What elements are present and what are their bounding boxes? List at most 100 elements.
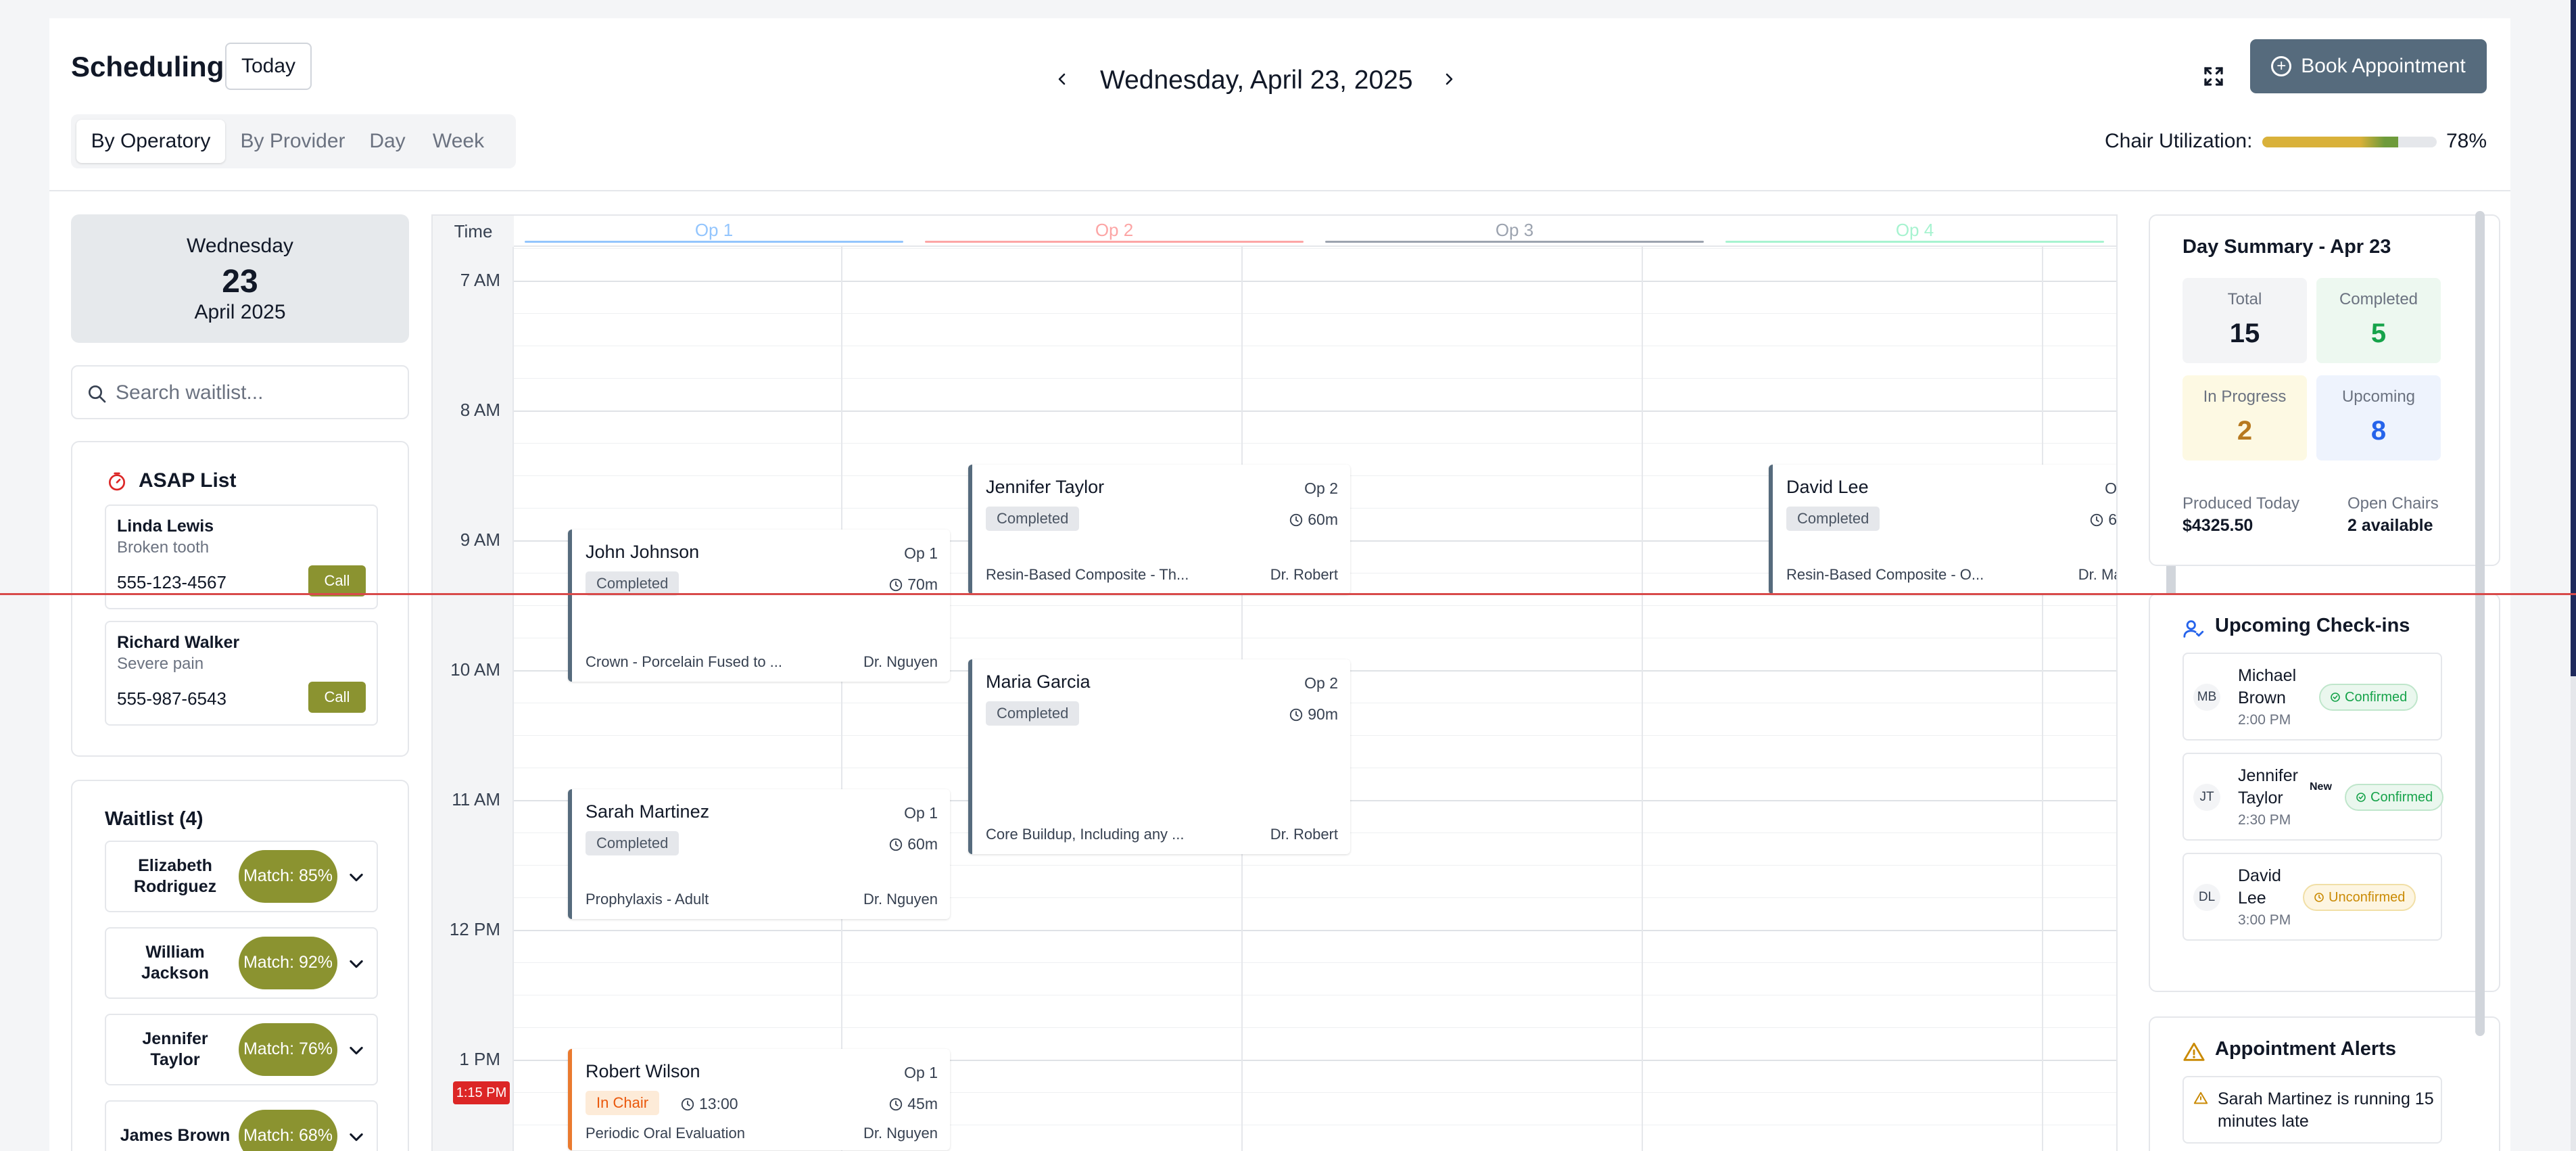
- chevron-down-icon[interactable]: [347, 1041, 366, 1060]
- page-scrollbar-thumb[interactable]: [2571, 0, 2576, 676]
- tab-by-provider[interactable]: By Provider: [232, 120, 354, 163]
- previous-day-button[interactable]: [1049, 66, 1076, 93]
- appointment-procedure: Prophylaxis - Adult: [586, 891, 709, 908]
- hour-label: 8 AM: [460, 400, 500, 420]
- appointment-procedure: Resin-Based Composite - Th...: [986, 566, 1189, 583]
- date-card-month-year: April 2025: [194, 301, 286, 323]
- duration-value: 70m: [907, 576, 938, 593]
- asap-reason: Severe pain: [117, 655, 204, 673]
- appointment-operatory: Op 1: [904, 804, 938, 822]
- checkin-item[interactable]: MB Michael Brown 2:00 PM Confirmed: [2183, 653, 2442, 741]
- waitlist-panel: Waitlist (4) Elizabeth Rodriguez Match: …: [71, 780, 409, 1151]
- asap-list-title: ASAP List: [139, 469, 237, 492]
- asap-patient-name: Linda Lewis: [117, 517, 214, 536]
- next-day-button[interactable]: [1435, 66, 1462, 93]
- appointment-operatory: Op 2: [1304, 674, 1338, 692]
- appointment-duration: 70m: [888, 576, 938, 594]
- appointment-provider: Dr. Robert: [1270, 566, 1338, 583]
- tab-day[interactable]: Day: [360, 120, 414, 163]
- operatory-color-bar: [1325, 241, 1704, 243]
- checkin-item[interactable]: JT Jennifer Taylor New 2:30 PM Confirmed: [2183, 753, 2444, 841]
- timer-icon: [109, 472, 125, 491]
- asap-phone: 555-987-6543: [117, 688, 226, 709]
- clock-icon: [890, 578, 903, 591]
- appointment-provider: Dr. Robert: [1270, 826, 1338, 843]
- waitlist-item[interactable]: James Brown Match: 68%: [105, 1100, 378, 1151]
- user-check-icon: [2183, 620, 2204, 638]
- scheduling-app: Scheduling Today Wednesday, April 23, 20…: [49, 18, 2510, 1151]
- hour-grid-line: [514, 410, 2116, 412]
- avatar: DL: [2193, 884, 2220, 911]
- appointment-patient: Jennifer Taylor: [986, 477, 1105, 497]
- appointment-card[interactable]: John Johnson Op 1 Completed 70m Crown - …: [568, 530, 950, 682]
- operatory-header-1[interactable]: Op 1: [514, 216, 914, 247]
- hour-grid-line: [514, 281, 2116, 282]
- waitlist-item[interactable]: William Jackson Match: 92%: [105, 927, 378, 999]
- clock-icon: [1290, 513, 1303, 526]
- waitlist-item[interactable]: Elizabeth Rodriguez Match: 85%: [105, 841, 378, 912]
- current-date-title: Wednesday, April 23, 2025: [1100, 66, 1413, 95]
- asap-patient-name: Richard Walker: [117, 633, 240, 652]
- appointment-procedure: Resin-Based Composite - O...: [1786, 566, 1984, 583]
- waitlist-patient-name: James Brown: [120, 1126, 231, 1146]
- chevron-right-icon: [1446, 73, 1453, 85]
- hour-label: 10 AM: [450, 659, 500, 680]
- asap-item[interactable]: Richard Walker Severe pain 555-987-6543 …: [105, 621, 378, 726]
- stat-label: Completed: [2339, 290, 2418, 308]
- appointment-duration: 60m: [2089, 511, 2116, 529]
- appointment-card[interactable]: David Lee Op 4 Completed 60m Resin-Based…: [1769, 465, 2118, 594]
- appointment-provider: Dr. Nguyen: [863, 891, 938, 908]
- appointment-card[interactable]: Sarah Martinez Op 1 Completed 60m Prophy…: [568, 789, 950, 919]
- chevron-down-icon[interactable]: [347, 954, 366, 973]
- checkin-patient-name: Michael Brown: [2238, 666, 2297, 707]
- clock-icon: [890, 1098, 903, 1110]
- avatar: MB: [2193, 684, 2220, 711]
- checkin-patient-name: David Lee: [2238, 866, 2281, 908]
- day-summary-title: Day Summary - Apr 23: [2183, 236, 2391, 258]
- side-panel-scrollbar[interactable]: [2475, 211, 2485, 1036]
- appointment-operatory: Op 4: [2105, 479, 2118, 497]
- open-chairs-label: Open Chairs: [2347, 494, 2439, 513]
- tab-week[interactable]: Week: [421, 120, 496, 163]
- quarter-hour-grid-line: [514, 1027, 2116, 1028]
- checkin-time: 2:30 PM: [2238, 812, 2291, 828]
- date-card-day: 23: [222, 264, 258, 300]
- chevron-down-icon[interactable]: [347, 868, 366, 887]
- book-appointment-button[interactable]: + Book Appointment: [2250, 39, 2487, 93]
- status-badge: Completed: [986, 701, 1080, 726]
- call-button[interactable]: Call: [308, 682, 366, 713]
- asap-reason: Broken tooth: [117, 538, 210, 557]
- appointment-duration: 90m: [1289, 705, 1338, 724]
- waitlist-search-input[interactable]: [116, 379, 400, 407]
- mini-date-card[interactable]: Wednesday 23 April 2025: [71, 214, 409, 343]
- status-badge: Confirmed: [2319, 684, 2418, 711]
- operatory-header-4[interactable]: Op 4: [1715, 216, 2115, 247]
- chevron-left-icon: [1058, 73, 1066, 85]
- appointment-operatory: Op 1: [904, 544, 938, 562]
- status-badge: Confirmed: [2345, 784, 2444, 811]
- waitlist-search: [71, 365, 409, 419]
- chevron-down-icon[interactable]: [347, 1127, 366, 1146]
- operatory-header-2[interactable]: Op 2: [914, 216, 1314, 247]
- tab-by-operatory[interactable]: By Operatory: [76, 120, 225, 163]
- alert-item[interactable]: Sarah Martinez is running 15 minutes lat…: [2183, 1076, 2442, 1144]
- start-time-value: 13:00: [699, 1095, 738, 1112]
- today-button[interactable]: Today: [225, 43, 312, 90]
- alert-text: Sarah Martinez is running 15 minutes lat…: [2218, 1089, 2434, 1131]
- book-appointment-label: Book Appointment: [2301, 55, 2466, 77]
- fullscreen-icon[interactable]: [2201, 64, 2226, 89]
- appointment-card[interactable]: Jennifer Taylor Op 2 Completed 60m Resin…: [968, 465, 1350, 594]
- chair-utilization-bar: [2262, 137, 2437, 147]
- appointment-card[interactable]: Robert Wilson Op 1 In Chair 13:00 45m Pe…: [568, 1049, 950, 1150]
- checkin-time: 2:00 PM: [2238, 712, 2291, 728]
- upcoming-checkins-panel: Upcoming Check-ins MB Michael Brown 2:00…: [2149, 593, 2500, 992]
- appointment-duration: 60m: [1289, 511, 1338, 529]
- operatory-color-bar: [1725, 241, 2104, 243]
- stat-value: 5: [2370, 319, 2387, 348]
- appointment-card[interactable]: Maria Garcia Op 2 Completed 90m Core Bui…: [968, 659, 1350, 854]
- checkin-item[interactable]: DL David Lee 3:00 PM Unconfirmed: [2183, 853, 2442, 941]
- time-column: [433, 216, 514, 1151]
- waitlist-item[interactable]: Jennifer Taylor Match: 76%: [105, 1014, 378, 1085]
- operatory-header-3[interactable]: Op 3: [1314, 216, 1715, 247]
- call-button[interactable]: Call: [308, 565, 366, 596]
